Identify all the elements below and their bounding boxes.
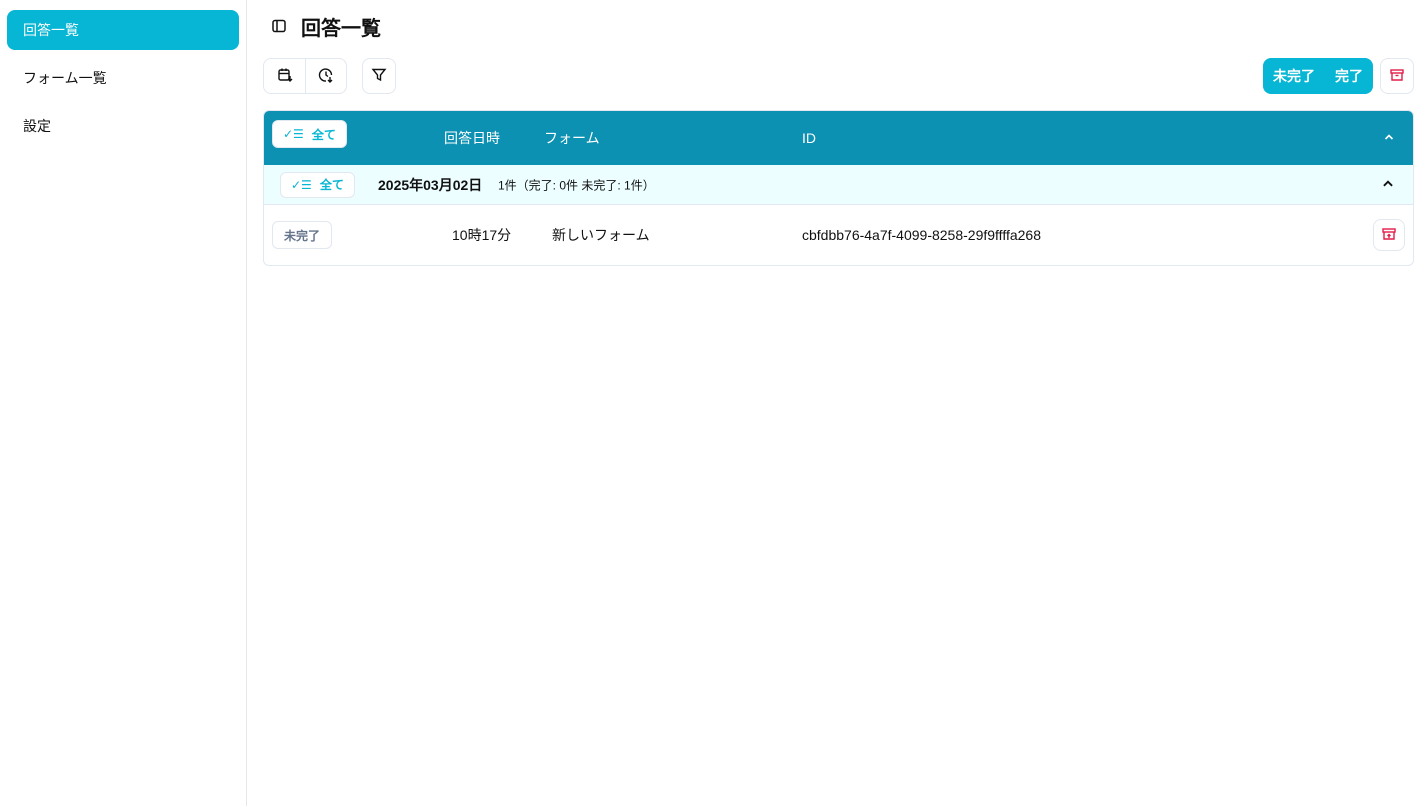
group-date: 2025年03月02日 (378, 176, 483, 193)
collapse-all-icon[interactable] (1383, 130, 1395, 146)
segment-incomplete[interactable]: 未完了 (1273, 66, 1315, 86)
select-all-label: 全て (311, 127, 336, 142)
collapse-group-icon[interactable] (1381, 176, 1395, 193)
sidebar-item-forms[interactable]: フォーム一覧 (7, 58, 239, 98)
segment-complete[interactable]: 完了 (1335, 66, 1363, 86)
status-segmented-control: 未完了 完了 (1263, 58, 1373, 94)
sidebar-item-label: 設定 (23, 118, 51, 134)
responses-table: ✓☰ 全て 回答日時 フォーム ID ✓☰ 全て 2025年03月02日 1件（完了… (263, 110, 1414, 266)
row-id: cbfdbb76-4a7f-4099-8258-29f9ffffa268 (802, 227, 1041, 243)
sidebar-item-responses[interactable]: 回答一覧 (7, 10, 239, 50)
archive-button[interactable] (1380, 58, 1414, 94)
calendar-arrow-down-icon (277, 67, 293, 86)
column-header-id[interactable]: ID (802, 130, 816, 146)
sort-by-time-button[interactable] (305, 59, 346, 93)
column-header-form[interactable]: フォーム (544, 128, 600, 148)
sidebar-item-settings[interactable]: 設定 (7, 106, 239, 146)
clock-arrow-down-icon (318, 67, 334, 86)
table-header: ✓☰ 全て 回答日時 フォーム ID (264, 111, 1413, 165)
archive-row-button[interactable] (1373, 219, 1405, 251)
archive-icon (1389, 67, 1405, 86)
date-group-header: ✓☰ 全て 2025年03月02日 1件（完了: 0件 未完了: 1件） (264, 165, 1413, 205)
sidebar-item-label: フォーム一覧 (23, 70, 107, 86)
sidebar-toggle-icon[interactable] (271, 18, 287, 34)
sidebar: 回答一覧 フォーム一覧 設定 (0, 0, 247, 806)
sort-by-date-button[interactable] (264, 59, 305, 93)
filter-icon (371, 67, 387, 86)
list-checks-icon: ✓☰ (291, 177, 312, 192)
sort-button-group (263, 58, 347, 94)
main: 回答一覧 未完了 完了 ✓☰ 全て 回答日時 フォーム ID ✓☰ 全て 2025年… (263, 0, 1414, 266)
sidebar-item-label: 回答一覧 (23, 22, 79, 38)
group-summary: 1件（完了: 0件 未完了: 1件） (498, 178, 655, 192)
archive-upload-icon (1381, 226, 1397, 245)
row-time: 10時17分 (452, 227, 512, 243)
page-title: 回答一覧 (301, 17, 381, 40)
group-select-all-button[interactable]: ✓☰ 全て (280, 171, 355, 198)
filter-button[interactable] (362, 58, 396, 94)
column-header-datetime[interactable]: 回答日時 (444, 128, 500, 148)
table-row[interactable]: 未完了 10時17分 新しいフォーム cbfdbb76-4a7f-4099-82… (264, 205, 1413, 265)
select-all-button[interactable]: ✓☰ 全て (272, 120, 347, 148)
list-checks-icon: ✓☰ (283, 127, 304, 141)
select-all-label: 全て (319, 178, 344, 192)
status-badge[interactable]: 未完了 (272, 221, 333, 249)
row-form: 新しいフォーム (552, 227, 650, 243)
